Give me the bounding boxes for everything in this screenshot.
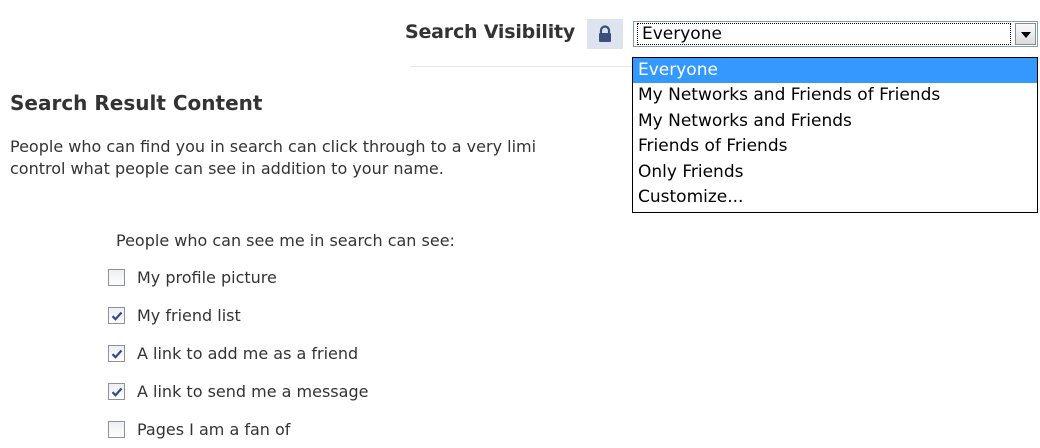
option-networks-and-friends[interactable]: My Networks and Friends: [633, 109, 1037, 134]
description-line-2: control what people can see in addition …: [10, 159, 444, 178]
option-everyone[interactable]: Everyone: [633, 58, 1037, 84]
profile-picture-checkbox[interactable]: [108, 268, 125, 286]
checkbox-row[interactable]: A link to send me a message: [108, 372, 368, 410]
checkmark-icon: [111, 387, 123, 397]
option-customize[interactable]: Customize...: [633, 185, 1037, 210]
section-heading: Search Result Content: [10, 91, 263, 115]
checkmark-icon: [111, 311, 123, 321]
search-can-see-label: People who can see me in search can see:: [116, 231, 455, 250]
select-current-value[interactable]: Everyone: [637, 23, 1011, 45]
lock-icon: [599, 25, 611, 42]
checkbox-label: My profile picture: [137, 267, 277, 287]
option-only-friends[interactable]: Only Friends: [633, 160, 1037, 185]
checkbox-row[interactable]: A link to add me as a friend: [108, 334, 368, 372]
description-line-1: People who can find you in search can cl…: [10, 137, 537, 156]
pages-fan-checkbox[interactable]: [108, 420, 125, 438]
friend-list-checkbox[interactable]: [108, 306, 125, 324]
search-visibility-options: Everyone My Networks and Friends of Frie…: [632, 57, 1038, 213]
add-friend-link-checkbox[interactable]: [108, 344, 125, 362]
search-visibility-label: Search Visibility: [405, 21, 576, 43]
checkbox-label: A link to send me a message: [137, 381, 369, 401]
search-visibility-select[interactable]: Everyone: [633, 21, 1038, 47]
checkbox-row[interactable]: My profile picture: [108, 258, 368, 296]
option-networks-and-friends-of-friends[interactable]: My Networks and Friends of Friends: [633, 83, 1037, 108]
send-message-link-checkbox[interactable]: [108, 382, 125, 400]
option-friends-of-friends[interactable]: Friends of Friends: [633, 134, 1037, 159]
checkbox-row[interactable]: My friend list: [108, 296, 368, 334]
privacy-lock-box: [587, 19, 623, 49]
divider: [410, 66, 635, 67]
search-content-checkboxes: My profile picture My friend list A link…: [108, 258, 368, 448]
checkmark-icon: [111, 349, 123, 359]
checkbox-label: Pages I am a fan of: [137, 419, 291, 439]
checkbox-label: A link to add me as a friend: [137, 343, 359, 363]
checkbox-label: My friend list: [137, 305, 241, 325]
checkbox-row[interactable]: Pages I am a fan of: [108, 410, 368, 448]
section-description: People who can find you in search can cl…: [10, 136, 630, 180]
dropdown-arrow-icon[interactable]: [1015, 23, 1036, 45]
